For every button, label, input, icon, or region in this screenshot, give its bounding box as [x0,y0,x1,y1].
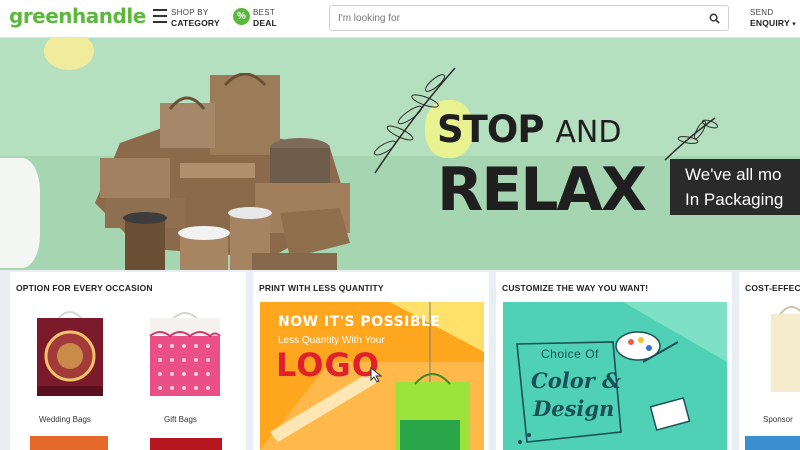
wedding-bags-item[interactable]: Wedding Bags [35,306,105,424]
card-title: OPTION FOR EVERY OCCASION [16,283,153,293]
promo-line-less-quantity: Less Quantity With Your [278,335,385,346]
promo-design: Design [533,396,615,421]
menu-icon [153,9,167,25]
card-title: CUSTOMIZE THE WAY YOU WANT! [502,283,649,293]
hero-banner[interactable]: STOP AND RELAX We've all mo In Packaging [0,38,800,270]
white-blob-shape [0,158,40,268]
yellow-blob-shape [44,38,94,70]
promo-choice-of: Choice Of [541,347,599,361]
more-bags-image[interactable] [150,438,222,450]
customize-card: CUSTOMIZE THE WAY YOU WANT! Choice Of Co… [496,272,732,450]
wedding-bags-label: Wedding Bags [39,415,91,424]
deal-label: DEAL [253,18,277,28]
cursor-icon [370,367,383,383]
enquiry-label: ENQUIRY ▾ [750,18,796,28]
sponsor-bag-image[interactable] [771,302,800,392]
occasion-card: OPTION FOR EVERY OCCASION Wedding Bags G… [10,272,246,450]
send-label: SEND [750,8,774,17]
wedding-bag-image [37,311,103,396]
best-label: BEST [253,8,276,17]
banner-tagline-line1: We've all mo [685,165,782,184]
shop-by-label: SHOP BY [171,8,209,17]
top-header: greenhandle SHOP BY CATEGORY % BEST DEAL… [0,0,800,38]
category-label: CATEGORY [171,18,220,28]
banner-headline-stop: STOP AND [437,108,622,151]
banner-tagline-line2: In Packaging [685,190,784,209]
search-box [329,5,729,31]
promo-color: Color & [531,368,622,393]
site-logo[interactable]: greenhandle [9,4,146,28]
gift-bags-item[interactable]: Gift Bags [148,306,223,424]
packaging-products-image [95,73,350,270]
sponsor-label: Sponsor [763,415,793,424]
search-icon[interactable] [709,13,720,24]
promo-line-now-possible: NOW IT'S POSSIBLE [278,314,441,330]
more-bags-image[interactable] [30,436,108,450]
more-bags-image[interactable] [745,436,800,450]
gift-bag-image [149,312,221,396]
customize-promo-image[interactable]: Choice Of Color & Design [503,302,727,450]
print-promo-image[interactable]: NOW IT'S POSSIBLE Less Quantity With You… [260,302,484,450]
gift-bags-label: Gift Bags [164,415,197,424]
promo-logo-word: LOGO [276,346,380,384]
card-title: COST-EFFEC [745,283,800,293]
card-title: PRINT WITH LESS QUANTITY [259,283,384,293]
percent-badge-icon: % [233,8,250,25]
banner-headline-relax: RELAX [437,155,647,225]
print-card: PRINT WITH LESS QUANTITY NOW IT'S POSSIB… [253,272,489,450]
chevron-down-icon: ▾ [792,21,796,28]
search-input[interactable] [338,11,698,26]
cost-effective-card: COST-EFFEC Sponsor [739,272,800,450]
leaf-branch-icon [664,117,719,161]
